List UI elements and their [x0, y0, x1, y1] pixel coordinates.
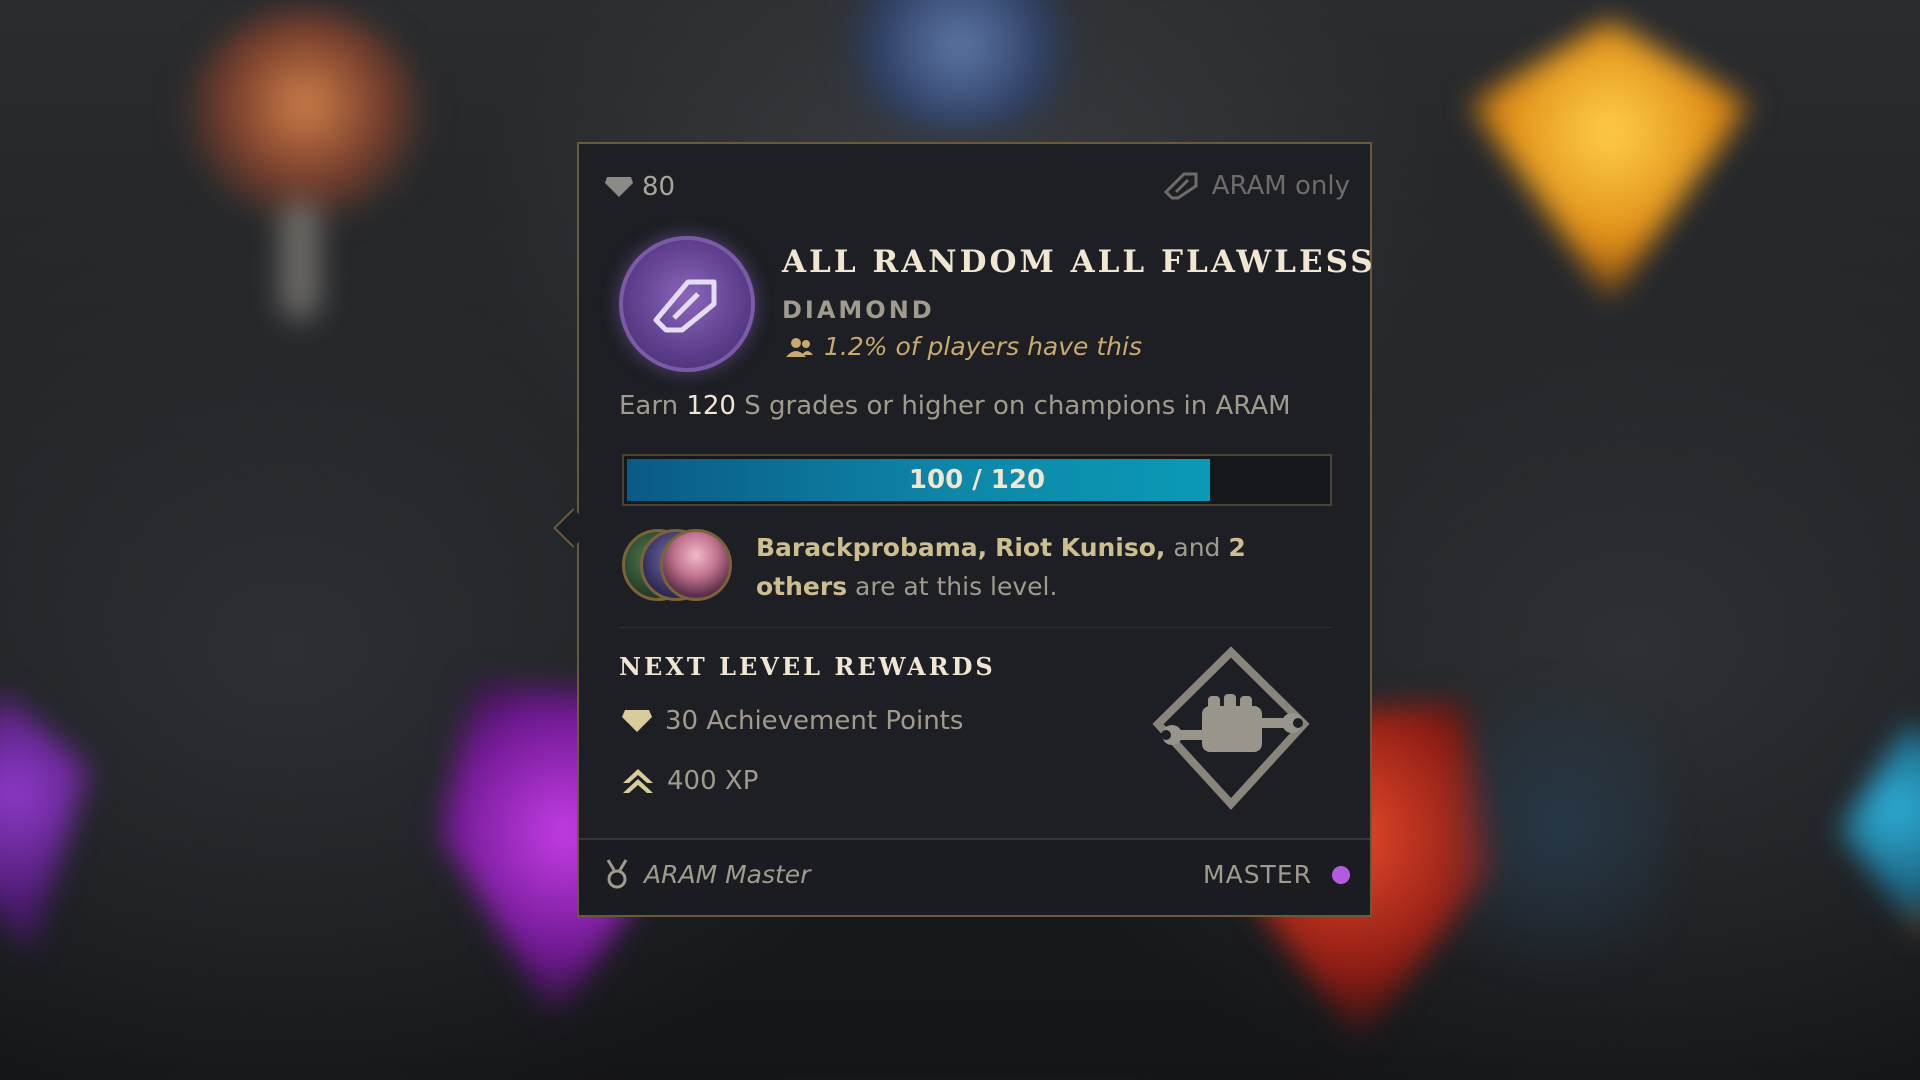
description-suffix: S grades or higher on champions in ARAM: [735, 391, 1291, 421]
max-rank-label: MASTER: [1203, 860, 1312, 889]
description-prefix: Earn: [619, 391, 687, 421]
gem-icon: [605, 177, 633, 197]
xp-chevron-icon: [623, 769, 653, 793]
challenge-tier: DIAMOND: [782, 296, 935, 324]
points-value: 80: [642, 172, 676, 202]
and-word: and: [1173, 533, 1221, 562]
progress-bar: 100 / 120: [622, 454, 1332, 506]
background-gem-gold: [1470, 20, 1750, 300]
challenge-title: ALL RANDOM ALL FLAWLESS: [782, 244, 1376, 280]
gem-icon: [622, 710, 652, 732]
rarity-line: 1.2% of players have this: [784, 332, 1142, 361]
max-rank: MASTER: [1203, 860, 1350, 889]
reward-label: 30 Achievement Points: [665, 706, 964, 736]
description-count: 120: [686, 391, 736, 421]
reward-label: 400 XP: [667, 766, 759, 796]
others-word: others: [756, 572, 848, 601]
tooltip-footer: ARAM Master MASTER: [579, 838, 1370, 915]
section-divider: [619, 627, 1332, 628]
rank-dot: [1332, 865, 1350, 884]
background-glow: [1450, 640, 1670, 1020]
aram-mode-icon: [1163, 172, 1198, 200]
background-token-stand: [280, 200, 320, 320]
friends-suffix: are at this level.: [855, 572, 1058, 601]
background-gem-cyan: [1840, 720, 1920, 940]
medal-icon: [606, 859, 628, 889]
title-reward-icon: [1152, 646, 1310, 810]
challenge-emblem: [619, 236, 755, 372]
background-token-blue: [830, 0, 1090, 130]
challenge-tooltip: 80 ARAM only ALL RANDOM ALL FLAWLESS DIA…: [553, 142, 1373, 917]
challenge-description: Earn 120 S grades or higher on champions…: [619, 391, 1291, 421]
friend-name: Barackprobama,: [756, 533, 988, 562]
background-token-orange: [185, 10, 425, 220]
friend-name: Riot Kuniso,: [995, 533, 1166, 562]
background-gem-violet: [0, 690, 90, 950]
rarity-text: 1.2% of players have this: [824, 332, 1142, 361]
title-reward: ARAM Master: [604, 858, 810, 890]
reward-achievement-points: 30 Achievement Points: [621, 706, 963, 736]
title-reward-label: ARAM Master: [644, 859, 811, 889]
avatar[interactable]: [660, 529, 732, 601]
restriction-label: ARAM only: [1211, 171, 1350, 201]
players-icon: [786, 337, 813, 357]
mode-restriction: ARAM only: [1162, 168, 1350, 204]
challenge-points: 80: [604, 172, 675, 202]
reward-xp: 400 XP: [621, 766, 758, 796]
others-count: 2: [1228, 533, 1246, 562]
friends-at-level: Barackprobama, Riot Kuniso, and 2 others…: [756, 528, 1316, 606]
aram-bridge-icon: [653, 279, 717, 333]
progress-label: 100 / 120: [908, 465, 1046, 495]
friend-avatars: [622, 529, 742, 607]
next-level-rewards-heading: NEXT LEVEL REWARDS: [619, 652, 996, 681]
